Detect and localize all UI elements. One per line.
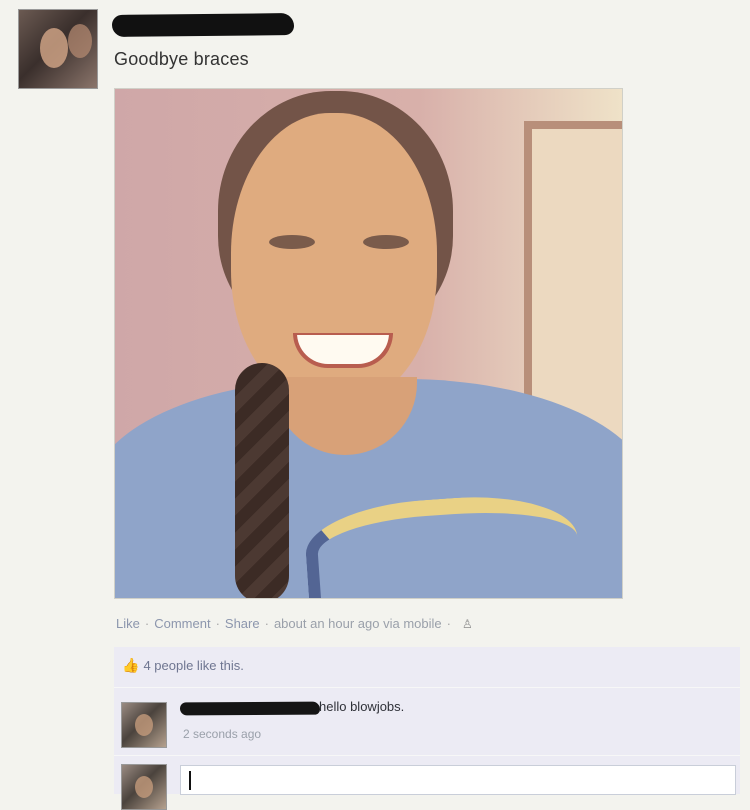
separator-dot: · (215, 616, 220, 631)
post-timestamp[interactable]: about an hour ago via mobile (274, 616, 442, 631)
thumbs-up-icon: 👍 (122, 657, 140, 673)
separator-dot: · (144, 616, 150, 631)
redacted-commenter-name (179, 701, 321, 716)
commenter-avatar[interactable] (121, 702, 167, 748)
people-icon[interactable]: ♙ (462, 617, 473, 631)
reply-input[interactable] (180, 765, 736, 795)
comment-link[interactable]: Comment (154, 616, 210, 631)
comment-timestamp[interactable]: 2 seconds ago (183, 727, 261, 741)
profile-face-image (40, 28, 68, 68)
profile-second-face-image (68, 24, 92, 58)
comment-divider (114, 755, 740, 756)
likes-count-text: 4 people like this. (143, 658, 244, 673)
feedback-divider (114, 687, 740, 688)
comment-text: hello blowjobs. (319, 699, 405, 714)
post-actions: Like · Comment · Share · about an hour ago via… (116, 616, 473, 631)
profile-avatar[interactable] (18, 9, 98, 89)
separator-dot: · (446, 616, 451, 631)
reply-avatar (121, 764, 167, 810)
facebook-photo-post: Goodbye braces Like · Comment · Share · about … (0, 0, 750, 810)
posted-photo[interactable] (114, 88, 623, 599)
photo-right-eye (363, 235, 409, 249)
text-cursor (189, 771, 191, 790)
likes-summary[interactable]: 👍 4 people like this. (122, 657, 244, 674)
like-link[interactable]: Like (116, 616, 140, 631)
separator-dot: · (264, 616, 269, 631)
share-link[interactable]: Share (225, 616, 260, 631)
photo-left-eye (269, 235, 315, 249)
feedback-box: 👍 4 people like this. hello blowjobs. 2 s… (114, 647, 740, 810)
post-status-text: Goodbye braces (114, 49, 249, 69)
redacted-poster-name (111, 13, 295, 37)
photo-braid (235, 363, 289, 598)
